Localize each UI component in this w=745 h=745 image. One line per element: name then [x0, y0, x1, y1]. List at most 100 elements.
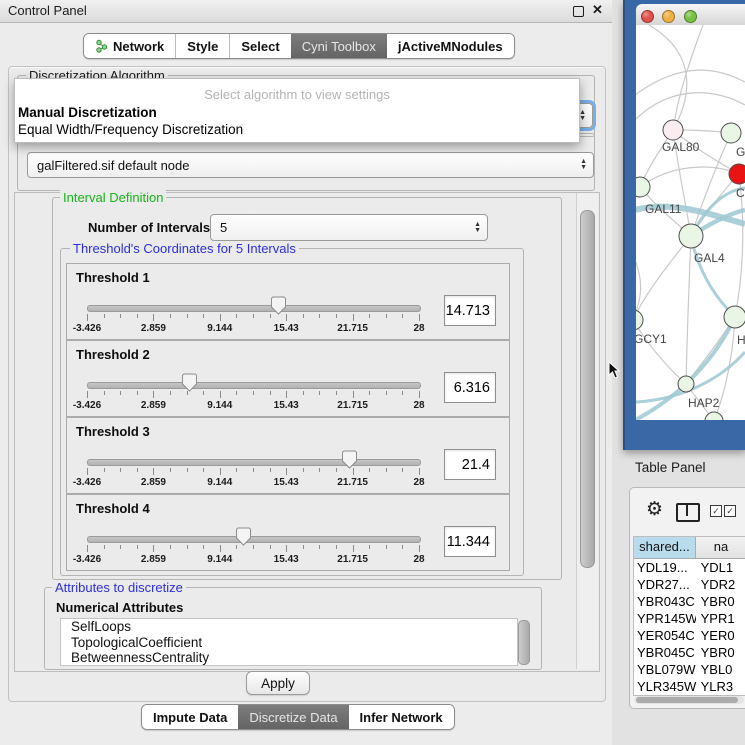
checkbox-icon[interactable]: ✓ [710, 505, 722, 517]
network-node-h[interactable] [724, 306, 745, 328]
tick-mark [303, 314, 304, 318]
network-node-c[interactable] [729, 164, 745, 184]
tick-mark [319, 391, 320, 395]
algorithm-dropdown-popup: Select algorithm to view settings Manual… [14, 78, 580, 143]
network-node-ga[interactable] [721, 123, 741, 143]
algorithm-option-manual-discretization[interactable]: Manual Discretization [18, 105, 157, 120]
table-row[interactable]: YBR045CYBR0 [634, 644, 745, 661]
threshold-slider-track[interactable] [87, 382, 421, 389]
network-node-gal4[interactable] [679, 224, 703, 248]
vertical-scrollbar-thumb[interactable] [580, 210, 595, 568]
axis-tick-label: 9.144 [207, 477, 232, 488]
table-data-combo[interactable]: galFiltered.sif default node ▲▼ [27, 152, 594, 178]
threshold-slider-thumb[interactable] [236, 527, 251, 546]
cell-name: YBR0 [696, 644, 745, 661]
split-columns-icon[interactable] [676, 503, 700, 522]
tick-mark [369, 545, 370, 549]
threshold-value-field[interactable]: 21.4 [444, 449, 496, 480]
attributes-scrollbar-thumb[interactable] [518, 620, 530, 665]
tab-top-style[interactable]: Style [175, 34, 229, 58]
cell-shared-name: YDL19... [634, 559, 696, 576]
tick-mark [402, 391, 403, 395]
mouse-cursor [608, 361, 622, 379]
tick-mark [87, 391, 88, 398]
gear-icon[interactable]: ⚙ [646, 498, 663, 520]
network-node-hap2[interactable] [678, 376, 694, 392]
number-of-intervals-combo[interactable]: 5 ▲▼ [210, 214, 488, 241]
numerical-attributes-list[interactable]: SelfLoopsTopologicalCoefficientBetweenne… [60, 618, 518, 666]
network-canvas[interactable]: GAL80GACGAL11GAL4GCY1HHAP2 [636, 25, 745, 420]
column-header-name[interactable]: na [696, 537, 745, 558]
axis-tick-label: 28 [413, 323, 424, 334]
tab-top-network[interactable]: Network [84, 34, 175, 58]
apply-button[interactable]: Apply [246, 671, 310, 695]
table-row[interactable]: YER054CYER0 [634, 627, 745, 644]
close-light[interactable] [641, 10, 654, 23]
column-header-shared[interactable]: shared... [634, 537, 696, 558]
tab-top-jactivemnodules[interactable]: jActiveMNodules [387, 34, 514, 58]
table-row[interactable]: YDL19...YDL1 [634, 559, 745, 576]
slider-axis-labels: -3.4262.8599.14415.4321.71528 [87, 323, 419, 335]
threshold-value-field[interactable]: 14.713 [444, 295, 496, 326]
axis-tick-label: 2.859 [141, 554, 166, 565]
tab-top-cyni-toolbox[interactable]: Cyni Toolbox [291, 34, 387, 58]
tab-top-select[interactable]: Select [229, 34, 290, 58]
float-window-icon[interactable] [573, 6, 584, 17]
table-row[interactable]: YBL079WYBL0 [634, 661, 745, 678]
threshold-value-field[interactable]: 11.344 [444, 526, 496, 557]
axis-tick-label: 9.144 [207, 554, 232, 565]
table-row[interactable]: YPR145WYPR1 [634, 610, 745, 627]
tab-label: Network [113, 39, 164, 54]
threshold-slider-thumb[interactable] [271, 296, 286, 315]
threshold-value-field[interactable]: 6.316 [444, 372, 496, 403]
top-tab-bar: Network StyleSelectCyni ToolboxjActiveMNo… [83, 33, 515, 59]
slider-axis-labels: -3.4262.8599.14415.4321.71528 [87, 554, 419, 566]
attribute-item-selfloops[interactable]: SelfLoops [61, 619, 517, 635]
control-panel-titlebar: Control Panel ✕ [0, 0, 612, 23]
tick-mark [203, 545, 204, 549]
table-row[interactable]: YLR345WYLR3 [634, 678, 745, 695]
network-node-gal11[interactable] [636, 177, 650, 197]
interval-definition-group-title: Interval Definition [60, 190, 166, 205]
attribute-item-betweennesscentrality[interactable]: BetweennessCentrality [61, 650, 517, 666]
threshold-slider-thumb[interactable] [342, 450, 357, 469]
cell-name: YER0 [696, 627, 745, 644]
node-attribute-table[interactable]: shared... na YDL19...YDL1YDR27...YDR2YBR… [633, 536, 745, 696]
network-node-gcy1[interactable] [636, 310, 643, 330]
tick-mark [319, 314, 320, 318]
horizontal-scrollbar-thumb[interactable] [636, 697, 738, 703]
tick-mark [402, 314, 403, 318]
cell-name: YDL1 [696, 559, 745, 576]
tick-mark [353, 391, 354, 398]
close-window-icon[interactable]: ✕ [592, 2, 603, 18]
axis-tick-label: 15.43 [274, 554, 299, 565]
attribute-item-topologicalcoefficient[interactable]: TopologicalCoefficient [61, 635, 517, 651]
axis-tick-label: 15.43 [274, 400, 299, 411]
network-edge [636, 320, 686, 384]
slider-axis-labels: -3.4262.8599.14415.4321.71528 [87, 477, 419, 489]
vertical-scrollbar-track[interactable] [576, 193, 598, 669]
table-row[interactable]: YBR043CYBR0 [634, 593, 745, 610]
axis-tick-label: 2.859 [141, 323, 166, 334]
tick-mark [137, 545, 138, 549]
zoom-light[interactable] [684, 10, 697, 23]
tick-mark [220, 391, 221, 398]
horizontal-scrollbar-track[interactable] [634, 696, 744, 704]
tab-bottom-impute-data[interactable]: Impute Data [142, 705, 238, 729]
tick-mark [369, 468, 370, 472]
checkbox-icon[interactable]: ✓ [724, 505, 736, 517]
tick-mark [402, 545, 403, 549]
tab-label: Infer Network [360, 710, 443, 725]
algorithm-option-equal-width-frequency-discretization[interactable]: Equal Width/Frequency Discretization [18, 122, 243, 137]
minimize-light[interactable] [662, 10, 675, 23]
table-row[interactable]: YDR27...YDR2 [634, 576, 745, 593]
threshold-slider-thumb[interactable] [182, 373, 197, 392]
network-node-label: C [736, 186, 745, 200]
threshold-slider-track[interactable] [87, 459, 421, 466]
tab-bottom-infer-network[interactable]: Infer Network [349, 705, 454, 729]
tick-mark [120, 468, 121, 472]
network-node-gal80[interactable] [663, 120, 683, 140]
threshold-slider-track[interactable] [87, 536, 421, 543]
threshold-slider-track[interactable] [87, 305, 421, 312]
tab-bottom-discretize-data[interactable]: Discretize Data [238, 705, 348, 729]
